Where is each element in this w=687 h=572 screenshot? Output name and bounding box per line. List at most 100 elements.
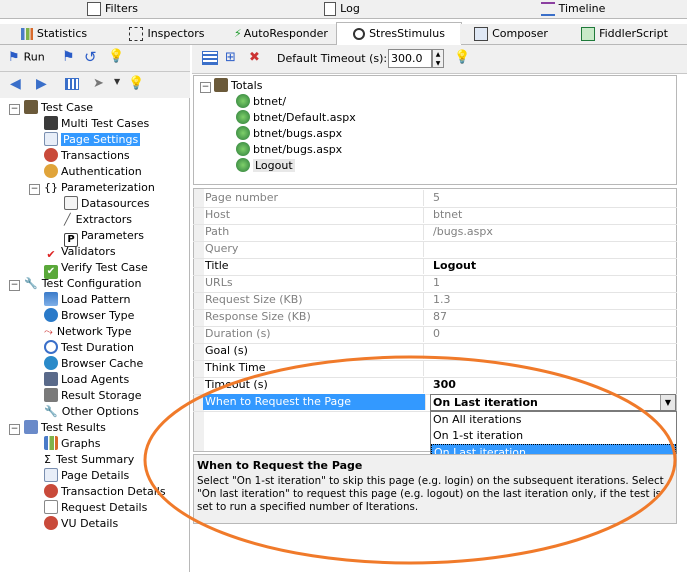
left-toolbar-nav: ◀ ▶ ➤ ▼ 💡 <box>0 72 190 99</box>
tree-item-test-case[interactable]: Test Case <box>24 100 93 116</box>
datasource-icon <box>64 196 78 210</box>
tree-item-test-configuration[interactable]: 🔧 Test Configuration <box>24 276 141 292</box>
property-row[interactable]: URLs 1 <box>193 275 677 293</box>
tree-item-multi-test-cases[interactable]: Multi Test Cases <box>44 116 149 132</box>
sigma-icon: Σ <box>44 453 51 466</box>
tab-timeline[interactable]: Timeline <box>459 0 687 18</box>
chevron-down-icon[interactable]: ▼ <box>660 395 675 410</box>
dropdown-arrow-icon[interactable]: ▼ <box>114 77 120 86</box>
tree-structure-icon[interactable]: ⊞ <box>225 50 236 65</box>
tree-item-browser-cache[interactable]: Browser Cache <box>44 356 143 372</box>
tree-item-parameters[interactable]: P Parameters <box>64 228 144 247</box>
briefcase-stack-icon <box>44 116 58 130</box>
property-row[interactable]: Think Time <box>193 360 677 378</box>
hint-bulb-icon-3[interactable]: 💡 <box>454 50 470 65</box>
stresstimulus-icon <box>353 28 366 40</box>
globe-icon <box>44 308 58 322</box>
table-view-icon[interactable] <box>202 51 218 65</box>
property-row[interactable]: Path/bugs.aspx <box>193 224 677 242</box>
tree-item-other-options[interactable]: 🔧 Other Options <box>44 404 139 420</box>
tab-composer[interactable]: Composer <box>460 24 563 44</box>
page-item[interactable]: btnet/ <box>236 94 286 110</box>
help-text: Select "On 1-st iteration" to skip this … <box>197 475 664 513</box>
page-item[interactable]: btnet/bugs.aspx <box>236 126 342 142</box>
tree-item-request-details[interactable]: Request Details <box>44 500 147 516</box>
tree-item-verify-test-case[interactable]: ✔ Verify Test Case <box>44 260 148 279</box>
property-row[interactable]: Timeout (s) 300 <box>193 377 677 395</box>
tree-item-transactions[interactable]: Transactions <box>44 148 130 164</box>
tree-item-network-type[interactable]: ⤳ Network Type <box>44 324 132 340</box>
property-row[interactable]: Response Size (KB) 87 <box>193 309 677 327</box>
expander-test-case[interactable]: − <box>9 104 20 115</box>
grid-view-icon[interactable] <box>65 78 79 90</box>
right-toolbar: ⊞ ✖ Default Timeout (s): ▲▼ 💡 <box>192 45 687 74</box>
tab-statistics[interactable]: Statistics <box>0 24 109 44</box>
hint-bulb-icon-2[interactable]: 💡 <box>128 76 144 91</box>
tree-item-test-summary[interactable]: Σ Test Summary <box>44 452 134 468</box>
tree-item-load-pattern[interactable]: Load Pattern <box>44 292 130 308</box>
tree-item-graphs[interactable]: Graphs <box>44 436 100 452</box>
default-timeout-input[interactable] <box>388 49 432 68</box>
page-globe-icon <box>236 158 250 172</box>
when-to-request-select[interactable]: On Last iteration ▼ <box>430 394 676 411</box>
tree-item-datasources[interactable]: Datasources <box>64 196 150 212</box>
undo-icon[interactable]: ↺ <box>84 48 97 66</box>
other-options-wrench-icon: 🔧 <box>44 405 58 418</box>
page-item[interactable]: btnet/Default.aspx <box>236 110 356 126</box>
run-flag-icon: ⚑ <box>8 50 20 65</box>
cache-globe-icon <box>44 356 58 370</box>
tree-item-result-storage[interactable]: Result Storage <box>44 388 142 404</box>
tree-item-extractors[interactable]: ╱ Extractors <box>64 212 132 228</box>
back-arrow-icon[interactable]: ◀ <box>10 76 21 92</box>
dropdown-option[interactable]: On 1-st iteration <box>431 428 676 444</box>
tree-item-browser-type[interactable]: Browser Type <box>44 308 134 324</box>
tree-item-totals[interactable]: Totals <box>214 78 262 94</box>
property-row[interactable]: Page number 5 <box>193 190 677 208</box>
tree-item-test-results[interactable]: Test Results <box>24 420 106 436</box>
tab-log[interactable]: Log <box>225 0 460 18</box>
tree-item-test-duration[interactable]: Test Duration <box>44 340 134 356</box>
test-tree: − Test Case Multi Test Cases Page Settin… <box>0 98 190 572</box>
pointer-icon[interactable]: ➤ <box>93 76 104 91</box>
extractor-pen-icon: ╱ <box>64 213 71 226</box>
expander-test-configuration[interactable]: − <box>9 280 20 291</box>
page-item[interactable]: btnet/bugs.aspx <box>236 142 342 158</box>
timeout-spinner[interactable]: ▲ ▼ <box>432 49 444 68</box>
page-icon <box>44 132 58 146</box>
tree-item-parameterization[interactable]: {} Parameterization <box>44 180 155 196</box>
tree-item-vu-details[interactable]: VU Details <box>44 516 118 532</box>
stop-icon[interactable]: ⚑ <box>62 49 75 65</box>
autoresponder-icon: ⚡ <box>234 27 242 40</box>
page-item-selected[interactable]: Logout <box>236 158 295 174</box>
expander-totals[interactable]: − <box>200 82 211 93</box>
tab-row-main: Statistics Inspectors ⚡ AutoResponder Str… <box>0 22 687 45</box>
property-row[interactable]: Host btnet <box>193 207 677 225</box>
hint-bulb-icon[interactable]: 💡 <box>108 49 124 64</box>
tree-item-validators[interactable]: ✔ Validators <box>44 244 115 261</box>
filters-icon <box>87 2 101 16</box>
property-row-when-to-request[interactable]: When to Request the Page On Last iterati… <box>193 394 677 412</box>
tree-item-page-settings[interactable]: Page Settings <box>44 132 141 148</box>
tree-item-load-agents[interactable]: Load Agents <box>44 372 129 388</box>
property-row[interactable]: Goal (s) <box>193 343 677 361</box>
tree-item-transaction-details[interactable]: Transaction Details <box>44 484 166 500</box>
expander-parameterization[interactable]: − <box>29 184 40 195</box>
tab-inspectors[interactable]: Inspectors <box>108 24 227 44</box>
inspectors-icon <box>129 27 144 41</box>
property-row[interactable]: Request Size (KB) 1.3 <box>193 292 677 310</box>
tab-filters[interactable]: Filters <box>0 0 226 18</box>
run-button[interactable]: ⚑ Run <box>8 50 45 65</box>
property-row[interactable]: Title Logout <box>193 258 677 276</box>
tab-stresstimulus[interactable]: StresStimulus <box>336 22 462 45</box>
expander-test-results[interactable]: − <box>9 424 20 435</box>
tab-autoresponder[interactable]: ⚡ AutoResponder <box>226 24 337 44</box>
dropdown-option[interactable]: On All iterations <box>431 412 676 428</box>
statistics-icon <box>20 28 33 40</box>
forward-arrow-icon[interactable]: ▶ <box>36 76 47 92</box>
property-row[interactable]: Duration (s) 0 <box>193 326 677 344</box>
property-row[interactable]: Query <box>193 241 677 259</box>
tree-item-page-details[interactable]: Page Details <box>44 468 129 484</box>
delete-icon[interactable]: ✖ <box>249 50 260 65</box>
tree-item-authentication[interactable]: Authentication <box>44 164 142 180</box>
tab-fiddlerscript[interactable]: FiddlerScript <box>562 24 687 44</box>
